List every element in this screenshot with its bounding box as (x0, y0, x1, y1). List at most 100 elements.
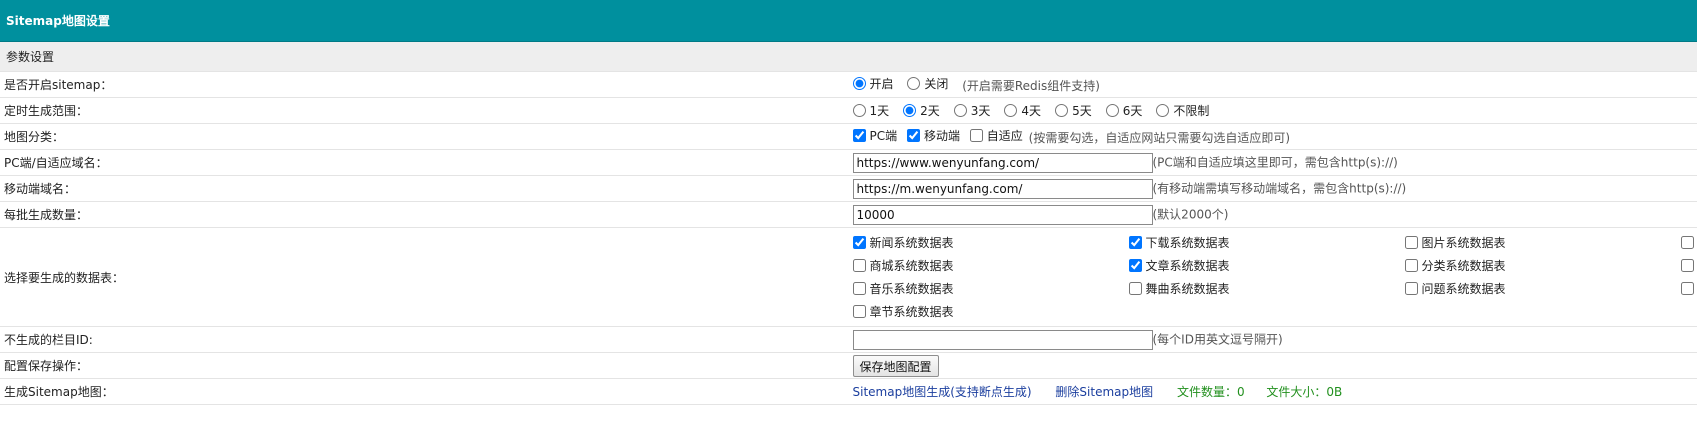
tables-row: 选择要生成的数据表： 新闻系统数据表下载系统数据表图片系统数据表聚合系统数据表电… (0, 227, 1697, 327)
table-option[interactable]: 文章系统数据表 (1128, 257, 1405, 274)
range-option[interactable]: 1天 (852, 102, 889, 119)
range-control: 1天 2天 3天 4天 5天 6天 不限制 (848, 97, 1697, 124)
range-option-label: 3天 (970, 103, 991, 118)
mobile-domain-label: 移动端域名： (0, 175, 849, 202)
table-checkbox[interactable] (1128, 282, 1142, 295)
delete-sitemap-link[interactable]: 删除Sitemap地图 (1055, 385, 1153, 399)
enable-off-option[interactable]: 关闭 (907, 75, 948, 92)
table-checkbox[interactable] (852, 282, 866, 295)
range-radio[interactable] (953, 103, 967, 117)
pc-domain-input[interactable] (852, 152, 1153, 173)
mobile-domain-input[interactable] (852, 178, 1153, 199)
range-option[interactable]: 6天 (1105, 102, 1142, 119)
table-option[interactable]: 问题系统数据表 (1404, 280, 1681, 297)
table-checkbox[interactable] (1680, 236, 1694, 249)
table-option-label: 图片系统数据表 (1421, 236, 1506, 250)
range-option[interactable]: 2天 (903, 102, 940, 119)
table-option[interactable]: 音乐系统数据表 (852, 280, 1129, 297)
category-pc-checkbox[interactable] (852, 129, 866, 142)
exclude-ids-input[interactable] (852, 329, 1153, 350)
enable-off-radio[interactable] (907, 77, 921, 90)
table-option[interactable]: 图片系统数据表 (1404, 234, 1681, 251)
section-header-row: 参数设置 (0, 42, 1697, 72)
sitemap-settings-panel: Sitemap地图设置 参数设置 是否开启sitemap： 开启 关闭 (开启需… (0, 0, 1697, 405)
table-option[interactable]: 舞曲系统数据表 (1128, 280, 1405, 297)
range-radio[interactable] (1055, 103, 1069, 117)
table-checkbox[interactable] (1128, 236, 1142, 249)
save-config-button[interactable]: 保存地图配置 (852, 354, 939, 377)
table-option[interactable]: 章节系统数据表 (852, 303, 1129, 320)
table-option[interactable]: 试题绑定数据表 (1680, 257, 1697, 274)
exclude-row: 不生成的栏目ID: (每个ID用英文逗号隔开) (0, 326, 1697, 353)
table-option-label: 商城系统数据表 (869, 259, 954, 273)
table-checkbox[interactable] (1128, 259, 1142, 272)
range-option[interactable]: 4天 (1004, 102, 1041, 119)
category-mobile-label: 移动端 (923, 129, 960, 143)
table-checkbox[interactable] (852, 259, 866, 272)
table-option[interactable]: 回答系统数据表 (1680, 280, 1697, 297)
exclude-label: 不生成的栏目ID: (0, 326, 849, 353)
category-pc-option[interactable]: PC端 (852, 127, 898, 144)
mobile-domain-hint: (有移动端需填写移动端域名，需包含http(s)://) (1152, 181, 1407, 195)
pc-domain-hint: (PC端和自适应填这里即可，需包含http(s)://) (1152, 155, 1398, 169)
exclude-hint: (每个ID用英文逗号隔开) (1152, 332, 1283, 346)
table-checkbox[interactable] (1404, 236, 1418, 249)
range-option[interactable]: 不限制 (1156, 102, 1209, 119)
mobile-domain-control: (有移动端需填写移动端域名，需包含http(s)://) (848, 175, 1697, 202)
range-radio[interactable] (1105, 103, 1119, 117)
category-mobile-checkbox[interactable] (906, 129, 920, 142)
table-checkbox[interactable] (1404, 259, 1418, 272)
enable-control: 开启 关闭 (开启需要Redis组件支持) (848, 71, 1697, 98)
category-pc-label: PC端 (869, 129, 898, 143)
tables-label: 选择要生成的数据表： (0, 227, 849, 327)
table-option-label: 文章系统数据表 (1145, 259, 1230, 273)
category-adaptive-checkbox[interactable] (969, 129, 983, 142)
panel-title-text: Sitemap地图设置 (6, 14, 110, 28)
file-size: 文件大小：0B (1266, 385, 1343, 399)
save-row: 配置保存操作： 保存地图配置 (0, 352, 1697, 379)
table-option[interactable]: 新闻系统数据表 (852, 234, 1129, 251)
enable-on-option[interactable]: 开启 (852, 75, 894, 92)
category-mobile-option[interactable]: 移动端 (906, 127, 960, 144)
table-option[interactable]: 聚合系统数据表 (1680, 234, 1697, 251)
generate-sitemap-link[interactable]: Sitemap地图生成(支持断点生成) (853, 385, 1032, 399)
table-option[interactable]: 下载系统数据表 (1128, 234, 1405, 251)
panel-title: Sitemap地图设置 (0, 0, 1697, 42)
table-checkbox[interactable] (1680, 259, 1694, 272)
table-option[interactable]: 商城系统数据表 (852, 257, 1129, 274)
category-adaptive-label: 自适应 (986, 129, 1023, 143)
table-checkbox[interactable] (1404, 282, 1418, 295)
range-radio[interactable] (852, 103, 866, 117)
tables-grid: 新闻系统数据表下载系统数据表图片系统数据表聚合系统数据表电影系统数据表商城系统数… (852, 228, 1697, 326)
table-option[interactable]: 分类系统数据表 (1404, 257, 1681, 274)
range-option-label: 4天 (1021, 103, 1042, 118)
range-radio[interactable] (1156, 103, 1170, 117)
table-option-label: 问题系统数据表 (1421, 282, 1506, 296)
range-option-label: 2天 (920, 103, 940, 118)
pc-domain-row: PC端/自适应域名： (PC端和自适应填这里即可，需包含http(s)://) (0, 149, 1697, 176)
enable-on-label: 开启 (869, 77, 894, 91)
pc-domain-label: PC端/自适应域名： (0, 149, 849, 176)
exclude-control: (每个ID用英文逗号隔开) (848, 326, 1697, 353)
tables-control: 新闻系统数据表下载系统数据表图片系统数据表聚合系统数据表电影系统数据表商城系统数… (848, 227, 1697, 327)
table-checkbox[interactable] (1680, 282, 1694, 295)
section-title: 参数设置 (0, 42, 1697, 72)
table-option-label: 章节系统数据表 (869, 305, 954, 319)
batch-size-input[interactable] (852, 204, 1153, 225)
batch-label: 每批生成数量： (0, 201, 849, 228)
table-checkbox[interactable] (852, 236, 866, 249)
range-radio[interactable] (1004, 103, 1018, 117)
pc-domain-control: (PC端和自适应填这里即可，需包含http(s)://) (848, 149, 1697, 176)
range-radio[interactable] (903, 103, 917, 117)
range-row: 定时生成范围： 1天 2天 3天 4天 5天 6天 不限制 (0, 97, 1697, 124)
range-option[interactable]: 5天 (1055, 102, 1092, 119)
table-option-label: 音乐系统数据表 (869, 282, 954, 296)
enable-on-radio[interactable] (852, 77, 866, 90)
range-label: 定时生成范围： (0, 97, 849, 124)
generate-control: Sitemap地图生成(支持断点生成) 删除Sitemap地图 文件数量：0 文… (848, 378, 1697, 405)
category-adaptive-option[interactable]: 自适应 (969, 127, 1023, 144)
range-option[interactable]: 3天 (953, 102, 991, 119)
table-option-label: 下载系统数据表 (1145, 236, 1230, 250)
save-control: 保存地图配置 (848, 352, 1697, 379)
table-checkbox[interactable] (852, 305, 866, 318)
